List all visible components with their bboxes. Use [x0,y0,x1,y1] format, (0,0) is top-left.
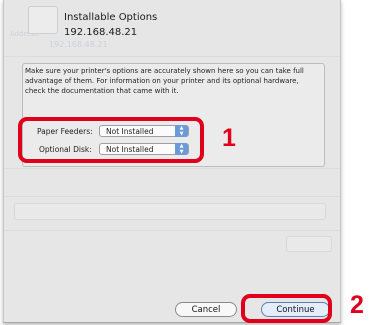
continue-callout-number: 2 [350,291,364,319]
options-callout-frame [18,117,204,163]
background-divider-3 [4,196,340,197]
printer-icon [28,6,58,34]
background-divider-4 [4,230,340,231]
dialog-title: Installable Options [64,12,158,23]
background-divider-2 [4,168,340,169]
options-callout-number: 1 [222,124,236,152]
background-field [14,203,326,220]
options-description: Make sure your printer's options are acc… [25,67,304,95]
continue-callout-frame [241,294,332,323]
background-divider-1 [4,56,340,57]
cancel-button[interactable]: Cancel [175,302,237,317]
background-button [286,236,332,252]
printer-ip-address: 192.168.48.21 [64,27,138,38]
background-ip-field: 192.168.48.21 [49,40,108,49]
